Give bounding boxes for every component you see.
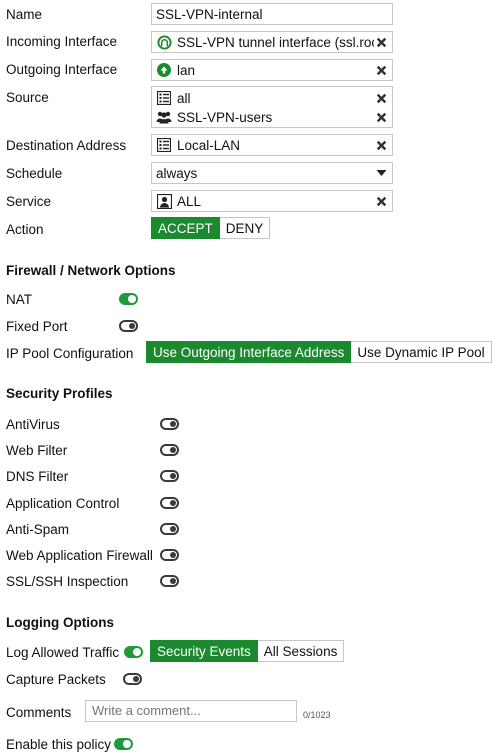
ssl-ssh-inspection-toggle[interactable] <box>160 575 179 587</box>
close-icon[interactable] <box>374 91 388 105</box>
service-field[interactable]: ALL <box>151 190 393 212</box>
capture-packets-label: Capture Packets <box>6 672 106 687</box>
source-value-users: SSL-VPN-users <box>177 109 273 125</box>
action-label: Action <box>6 222 44 237</box>
ip-pool-label: IP Pool Configuration <box>6 346 134 361</box>
dns-filter-label: DNS Filter <box>6 469 69 484</box>
fixed-port-label: Fixed Port <box>6 319 68 334</box>
web-filter-toggle[interactable] <box>160 444 179 456</box>
nat-toggle[interactable] <box>119 293 138 305</box>
enable-policy-toggle[interactable] <box>114 738 133 750</box>
name-value[interactable]: SSL-VPN-internal <box>156 7 388 22</box>
capture-packets-toggle[interactable] <box>123 673 142 685</box>
enable-policy-label: Enable this policy <box>6 737 112 752</box>
use-dynamic-ip-pool-button[interactable]: Use Dynamic IP Pool <box>351 341 492 363</box>
schedule-label: Schedule <box>6 166 63 181</box>
ip-pool-toggle-group: Use Outgoing Interface Address Use Dynam… <box>146 341 492 363</box>
logging-options-heading: Logging Options <box>6 615 114 630</box>
user-group-icon <box>156 109 172 125</box>
destination-field[interactable]: Local-LAN <box>151 134 393 156</box>
close-icon[interactable] <box>374 110 388 124</box>
deny-button[interactable]: DENY <box>219 217 271 239</box>
incoming-interface-field[interactable]: SSL-VPN tunnel interface (ssl.root) <box>151 31 393 53</box>
address-list-icon <box>156 90 172 106</box>
interface-up-arrow-icon <box>156 62 172 78</box>
security-profiles-heading: Security Profiles <box>6 386 113 401</box>
close-icon[interactable] <box>374 138 388 152</box>
incoming-interface-label: Incoming Interface <box>6 34 118 49</box>
ssl-ssh-inspection-label: SSL/SSH Inspection <box>6 574 129 589</box>
anti-spam-label: Anti-Spam <box>6 522 70 537</box>
schedule-value: always <box>156 165 198 181</box>
web-application-firewall-toggle[interactable] <box>160 549 179 561</box>
service-value: ALL <box>177 193 202 209</box>
close-icon[interactable] <box>374 35 388 49</box>
name-label: Name <box>6 7 43 22</box>
close-icon[interactable] <box>374 194 388 208</box>
antivirus-toggle[interactable] <box>160 418 179 430</box>
web-filter-label: Web Filter <box>6 443 68 458</box>
outgoing-interface-label: Outgoing Interface <box>6 62 118 77</box>
all-sessions-button[interactable]: All Sessions <box>257 640 345 662</box>
comments-label: Comments <box>6 705 72 720</box>
destination-label: Destination Address <box>6 138 127 153</box>
close-icon[interactable] <box>374 63 388 77</box>
schedule-select[interactable]: always <box>151 162 393 184</box>
nat-label: NAT <box>6 292 32 307</box>
use-outgoing-interface-button[interactable]: Use Outgoing Interface Address <box>146 341 352 363</box>
service-label: Service <box>6 194 52 209</box>
log-allowed-traffic-label: Log Allowed Traffic <box>6 645 120 660</box>
source-label: Source <box>6 90 49 105</box>
source-field[interactable]: all SSL-VPN-users <box>151 86 393 128</box>
fixed-port-toggle[interactable] <box>119 320 138 332</box>
application-control-toggle[interactable] <box>160 497 179 509</box>
name-field[interactable]: SSL-VPN-internal <box>151 3 393 25</box>
tunnel-interface-icon <box>156 34 172 50</box>
action-toggle-group: ACCEPT DENY <box>151 217 271 239</box>
address-list-icon <box>156 137 172 153</box>
log-allowed-traffic-toggle[interactable] <box>124 646 143 658</box>
log-mode-toggle-group: Security Events All Sessions <box>150 640 345 662</box>
outgoing-interface-value: lan <box>177 62 196 78</box>
comments-char-counter: 0/1023 <box>303 710 331 720</box>
chevron-down-icon <box>374 166 388 180</box>
incoming-interface-value: SSL-VPN tunnel interface (ssl.root) <box>177 34 374 50</box>
antivirus-label: AntiVirus <box>6 417 60 432</box>
accept-button[interactable]: ACCEPT <box>151 217 220 239</box>
application-control-label: Application Control <box>6 496 120 511</box>
firewall-network-options-heading: Firewall / Network Options <box>6 263 176 278</box>
dns-filter-toggle[interactable] <box>160 470 179 482</box>
outgoing-interface-field[interactable]: lan <box>151 59 393 81</box>
source-value-all: all <box>177 90 191 106</box>
anti-spam-toggle[interactable] <box>160 523 179 535</box>
web-application-firewall-label: Web Application Firewall <box>6 548 153 563</box>
service-icon <box>156 193 172 209</box>
security-events-button[interactable]: Security Events <box>150 640 258 662</box>
comments-input[interactable] <box>85 700 297 722</box>
destination-value: Local-LAN <box>177 137 241 153</box>
